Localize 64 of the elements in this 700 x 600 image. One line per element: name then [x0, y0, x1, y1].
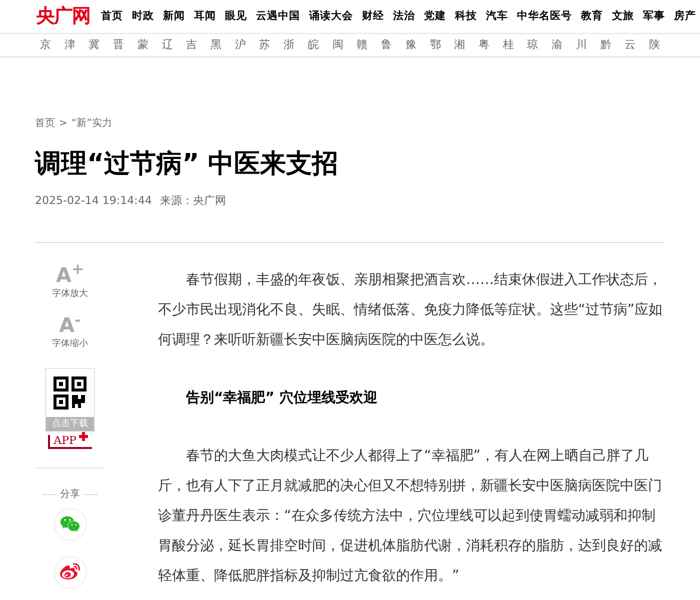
region-link[interactable]: 粤 [478, 36, 490, 54]
article-paragraph: 春节的大鱼大肉模式让不少人都得上了“幸福肥”，有人在网上晒自己胖了几斤，也有人下了正月就减肥的决心但又不想特别拼，新疆长安中医脑病医院中医门诊董丹丹医生表示：“在众多传统方法中，穴位埋线可以起到使胃蠕动减弱和抑制胃酸分泌，延长胃排空时间，促进机体脂肪代谢，消耗积存的脂肪，达到良好的减轻体重、降低肥胖指标及抑制过亢食欲的作用。” [158, 446, 663, 586]
region-link[interactable]: 沪 [234, 36, 246, 54]
share-label: 分享 [60, 488, 80, 502]
article-paragraph: 春节假期，丰盛的年夜饭、亲朋相聚把酒言欢……结束休假进入工作状态后，不少市民出现消化不良、失眠、情绪低落、免疫力降低等症状。这些“过节病”应如何调理？来听听新疆长安中医脑病医院的中医怎么说。 [158, 270, 664, 350]
qr-code-icon [53, 376, 87, 410]
region-link[interactable]: 琼 [527, 36, 538, 54]
region-link[interactable]: 鄂 [430, 36, 441, 54]
region-link[interactable]: 川 [576, 36, 587, 54]
region-link[interactable]: 鲁 [381, 36, 392, 54]
region-link[interactable]: 云 [624, 36, 636, 54]
site-logo[interactable]: 央广网 [36, 2, 90, 31]
region-link[interactable]: 赣 [356, 36, 368, 54]
region-link[interactable]: 渝 [552, 36, 563, 54]
wechat-share-button[interactable] [54, 508, 86, 540]
nav-link[interactable]: 云遇中国 [256, 8, 300, 24]
region-link[interactable]: 辽 [162, 36, 173, 54]
region-link[interactable]: 湘 [454, 36, 466, 54]
nav-link[interactable]: 法治 [393, 8, 415, 24]
region-link[interactable]: 黑 [210, 36, 222, 54]
weibo-share-button[interactable] [54, 556, 86, 588]
nav-link[interactable]: 眼见 [225, 8, 247, 24]
nav-link[interactable]: 党建 [424, 8, 446, 24]
nav-link[interactable]: 耳闻 [194, 8, 216, 24]
app-badge[interactable]: APP [48, 434, 92, 448]
region-link[interactable]: 陕 [648, 36, 660, 54]
nav-link[interactable]: 房产 [674, 8, 696, 24]
section-heading: 告别“幸福肥” 穴位埋线受欢迎 [185, 388, 378, 408]
region-link[interactable]: 闽 [332, 36, 344, 54]
cross-icon [79, 432, 88, 440]
breadcrumb-separator: > [59, 117, 68, 131]
nav-link[interactable]: 诵读大会 [309, 8, 353, 24]
font-size-button[interactable]: A$^{-}$ 字体缩小 [52, 315, 88, 352]
region-link[interactable]: 晋 [113, 36, 124, 54]
nav-link[interactable]: 文旅 [612, 8, 634, 24]
region-link[interactable]: 吉 [186, 36, 198, 54]
region-link[interactable]: 皖 [308, 36, 319, 54]
region-link[interactable]: 豫 [405, 36, 416, 54]
region-link[interactable]: 蒙 [137, 36, 148, 54]
region-link[interactable]: 浙 [284, 36, 295, 54]
region-link[interactable]: 苏 [259, 36, 270, 54]
font-size-button[interactable]: A$^{+}$ 字体放大 [52, 264, 88, 301]
nav-link[interactable]: 汽车 [486, 8, 508, 24]
region-link[interactable]: 津 [64, 36, 76, 54]
nav-link[interactable]: 军事 [643, 8, 665, 24]
article-source: 来源：央广网 [160, 193, 226, 209]
nav-link[interactable]: 科技 [455, 8, 477, 24]
region-link[interactable]: 黔 [600, 36, 612, 54]
region-link[interactable]: 冀 [88, 36, 100, 54]
wechat-icon [60, 514, 80, 534]
download-caption: 点击下载 [46, 416, 94, 430]
nav-link[interactable]: 首页 [101, 8, 123, 24]
breadcrumb-link[interactable]: 首页 [35, 116, 55, 131]
region-link[interactable]: 京 [40, 36, 51, 54]
nav-link[interactable]: 中华名医号 [517, 8, 572, 24]
breadcrumb-link[interactable]: “新”实力 [71, 116, 112, 131]
nav-link[interactable]: 新闻 [163, 8, 185, 24]
article-title: 调理“过节病” 中医来支招 [35, 148, 340, 181]
nav-link[interactable]: 时政 [132, 8, 154, 24]
region-link[interactable]: 桂 [502, 36, 514, 54]
nav-link[interactable]: 教育 [581, 8, 603, 24]
nav-link[interactable]: 财经 [362, 8, 384, 24]
weibo-icon [60, 562, 80, 582]
publish-date: 2025-02-14 19:14:44 [35, 193, 152, 209]
